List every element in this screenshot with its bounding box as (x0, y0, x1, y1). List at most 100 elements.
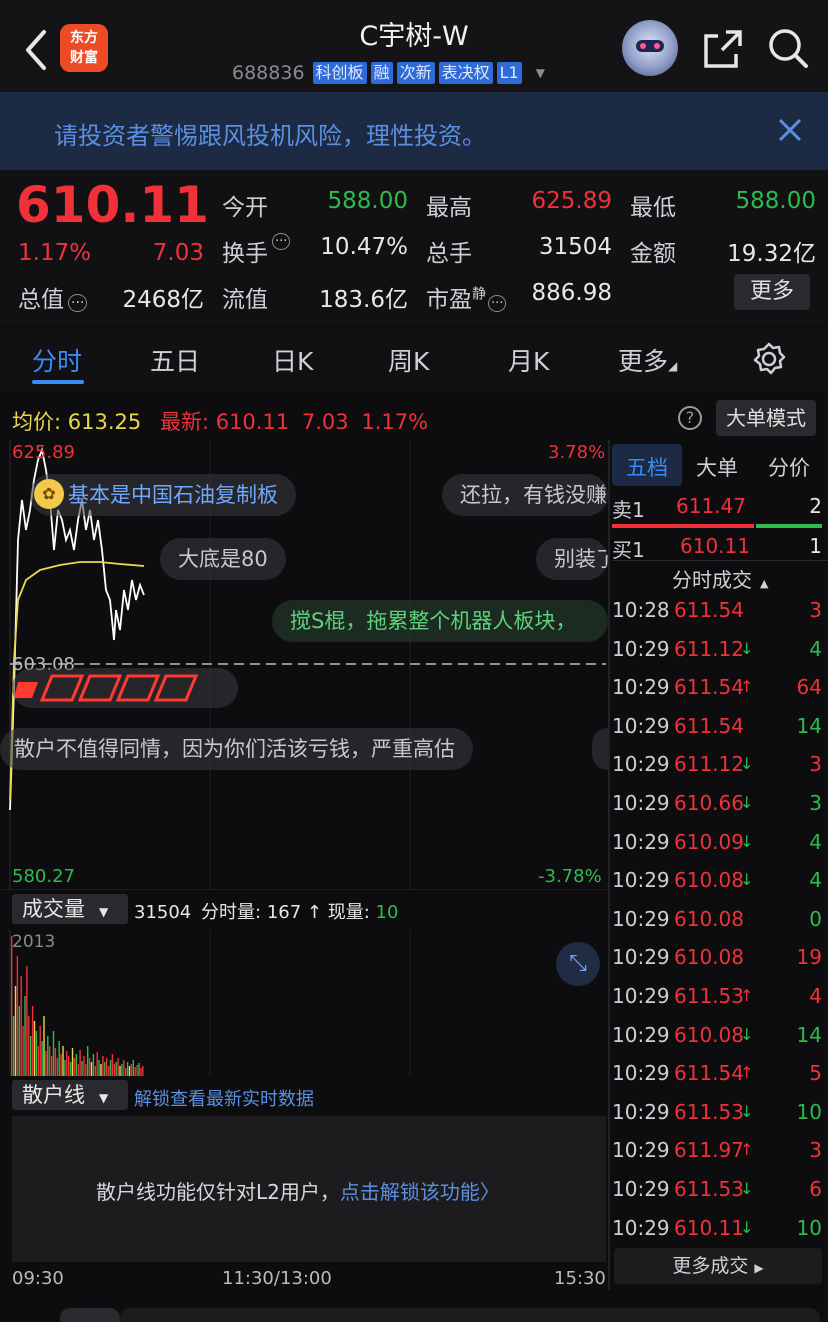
comment-bubble-partial[interactable] (592, 728, 608, 770)
tick-row: 10:29 610.08 0 (612, 907, 822, 945)
side-tab-price-dist[interactable]: 分价 (768, 452, 810, 482)
amount-value: 19.32亿 (727, 241, 816, 267)
side-tab-order-book[interactable]: 五档 (626, 452, 668, 482)
tab-five-day[interactable]: 五日 (150, 342, 200, 378)
tick-direction-icon: ↓ (740, 1179, 754, 1198)
more-info-button[interactable]: 更多 (734, 274, 810, 310)
large-order-mode-button[interactable]: 大单模式 (716, 400, 816, 436)
tab-month-k[interactable]: 月K (508, 342, 549, 378)
comment-bubble[interactable]: ✿ 基本是中国石油复制板 (30, 474, 296, 516)
tick-time: 10:29 (612, 829, 670, 854)
tag-level[interactable]: L1 (496, 62, 522, 84)
tick-direction-icon: ↑ (740, 986, 754, 1005)
tick-price: 611.54 (674, 675, 744, 700)
tick-price: 611.12 (674, 636, 744, 661)
comment-bubble[interactable]: 大底是80 (160, 538, 286, 580)
info-dots-icon[interactable]: ··· (488, 295, 507, 312)
change-percent: 1.17% (18, 240, 92, 266)
retail-line-selector[interactable]: 散户线 ▼ (12, 1080, 128, 1110)
low-value: 588.00 (735, 188, 816, 214)
tag-margin[interactable]: 融 (370, 62, 393, 84)
comment-bubble[interactable]: 散户不值得同情，因为你们活该亏钱，严重高估 (0, 728, 473, 770)
turnover-value: 10.47% (320, 234, 408, 260)
tick-volume: 3 (809, 791, 822, 815)
tick-price: 610.11 (674, 1215, 744, 1240)
volume-selector[interactable]: 成交量 ▼ (12, 894, 128, 924)
tick-volume: 4 (809, 868, 822, 893)
more-ticks-button[interactable]: 更多成交 ▶ (614, 1248, 822, 1284)
time-axis-mid: 11:30/13:00 (222, 1268, 332, 1289)
unlock-feature-link[interactable]: 点击解锁该功能〉 (340, 1180, 500, 1204)
tick-direction-icon: ↓ (740, 870, 754, 890)
low-label: 最低 (630, 195, 676, 221)
pct-axis-low: -3.78% (538, 866, 602, 887)
info-dots-icon[interactable]: ··· (272, 233, 291, 250)
tick-direction-icon: ↓ (740, 1217, 754, 1237)
tag-new-stock[interactable]: 次新 (396, 62, 435, 84)
tag-star-market[interactable]: 科创板 (312, 62, 367, 84)
tick-direction-icon: ↑ (740, 677, 754, 697)
side-tab-large-orders[interactable]: 大单 (696, 452, 738, 482)
bottom-bar-partial (60, 1308, 120, 1322)
user-avatar-icon: ✿ (34, 479, 64, 509)
back-arrow-icon[interactable] (22, 28, 52, 72)
tick-price: 611.12 (674, 752, 744, 777)
tick-price: 611.53 (674, 1177, 744, 1201)
robot-assistant-icon[interactable] (622, 20, 678, 76)
y-axis-high: 625.89 (12, 442, 75, 463)
dropdown-caret-icon[interactable]: ▼ (536, 66, 545, 80)
tick-volume: 3 (809, 1138, 822, 1163)
tick-price: 611.97 (674, 1138, 744, 1163)
tick-time: 10:29 (612, 868, 670, 893)
comment-bubble-redacted[interactable] (12, 668, 238, 708)
volume-value: 31504 (538, 234, 612, 260)
active-tab-indicator (32, 380, 84, 384)
comment-bubble[interactable]: 还拉，有钱没赚 (442, 474, 608, 516)
expand-icon[interactable]: ⤡ (556, 942, 600, 986)
float-value-label: 流值 (222, 287, 268, 313)
comment-bubble[interactable]: 搅S棍，拖累整个机器人板块， (272, 600, 608, 642)
ticks-title[interactable]: 分时成交 ▲ (672, 564, 768, 593)
unlock-realtime-link[interactable]: 解锁查看最新实时数据 (134, 1085, 314, 1111)
tab-more[interactable]: 更多◢ (618, 342, 677, 378)
tab-intraday[interactable]: 分时 (32, 342, 82, 378)
tick-time: 10:29 (612, 1177, 670, 1201)
stock-code: 688836 (232, 62, 305, 84)
tick-time: 10:29 (612, 984, 670, 1008)
tick-row: 10:29 611.97 ↑ 3 (612, 1138, 822, 1176)
pct-axis-high: 3.78% (548, 442, 606, 463)
app-logo[interactable]: 东方 财富 (60, 24, 108, 72)
tab-day-k[interactable]: 日K (272, 342, 313, 378)
side-divider (608, 440, 610, 1290)
tick-row: 10:29 611.12 ↓ 3 (612, 752, 822, 790)
tick-price: 610.09 (674, 829, 744, 854)
bottom-input-partial[interactable] (120, 1308, 820, 1322)
high-value: 625.89 (531, 188, 612, 214)
stock-title: C宇树-W (359, 21, 469, 52)
help-icon[interactable]: ? (678, 406, 702, 430)
time-axis-end: 15:30 (554, 1268, 606, 1289)
change-amount: 7.03 (152, 240, 204, 266)
tick-volume: 19 (796, 945, 822, 970)
side-separator (612, 560, 828, 561)
tick-row: 10:29 611.53 ↑ 4 (612, 984, 822, 1022)
open-label: 今开 (222, 195, 268, 221)
volume-stats: 31504 分时量: 167 ↑ 现量: 10 (134, 902, 399, 923)
tick-row: 10:29 610.66 ↓ 3 (612, 791, 822, 829)
buy1-volume: 1 (809, 534, 822, 558)
tag-voting-rights[interactable]: 表决权 (438, 62, 493, 84)
info-dots-icon[interactable]: ··· (68, 294, 88, 312)
comment-bubble[interactable]: 别装了 (536, 538, 608, 580)
close-icon[interactable] (776, 116, 804, 144)
tick-volume: 4 (809, 636, 822, 661)
share-icon[interactable] (702, 28, 744, 70)
tick-row: 10:29 611.54 14 (612, 714, 822, 752)
search-icon[interactable] (766, 26, 810, 70)
settings-gear-icon[interactable] (752, 342, 786, 376)
tick-time: 10:29 (612, 752, 670, 777)
order-ratio-red-bar (612, 524, 754, 528)
tab-week-k[interactable]: 周K (388, 342, 429, 378)
tick-row: 10:29 610.08 19 (612, 945, 822, 983)
sell1-label: 卖1 (612, 498, 645, 522)
tick-volume: 4 (809, 829, 822, 854)
